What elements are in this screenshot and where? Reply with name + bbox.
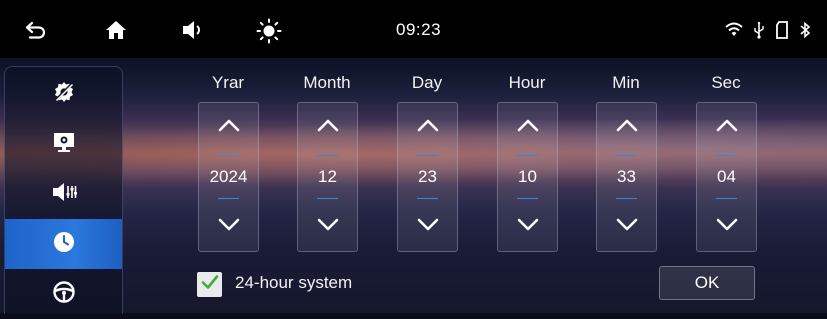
second-up-button[interactable] — [697, 107, 756, 147]
clock-time: 09:23 — [396, 20, 442, 39]
month-up-button[interactable] — [298, 107, 357, 147]
sidebar-item-display[interactable] — [5, 119, 122, 169]
year-picker[interactable]: 2024 — [198, 102, 259, 252]
sd-card-icon — [775, 21, 789, 39]
chevron-up-icon — [716, 118, 738, 137]
usb-icon — [753, 21, 765, 39]
day-down-button[interactable] — [398, 207, 457, 247]
checkmark-icon — [201, 274, 219, 295]
24-hour-label[interactable]: 24-hour system — [235, 273, 352, 293]
hour-label: Hour — [508, 73, 546, 92]
minute-down-button[interactable] — [597, 207, 656, 247]
month-picker[interactable]: 12 — [297, 102, 358, 252]
chevron-up-icon — [317, 118, 339, 137]
divider — [616, 198, 637, 199]
chevron-down-icon — [716, 218, 738, 237]
minute-value: 33 — [617, 167, 636, 186]
minute-up-button[interactable] — [597, 107, 656, 147]
divider — [218, 155, 239, 156]
month-value: 12 — [318, 167, 337, 186]
second-label: Sec — [711, 73, 741, 92]
day-label: Day — [411, 73, 443, 92]
bluetooth-icon — [799, 21, 811, 39]
divider — [716, 198, 737, 199]
settings-off-icon — [52, 80, 76, 109]
volume-icon[interactable] — [180, 18, 204, 42]
ok-button[interactable]: OK — [659, 266, 755, 300]
second-picker[interactable]: 04 — [696, 102, 757, 252]
steering-wheel-icon — [52, 280, 76, 309]
home-icon[interactable] — [104, 18, 128, 42]
chevron-up-icon — [616, 118, 638, 137]
minute-label: Min — [612, 73, 640, 92]
divider — [716, 155, 737, 156]
sidebar-item-general[interactable] — [5, 69, 122, 119]
divider — [417, 155, 438, 156]
chevron-up-icon — [417, 118, 439, 137]
hour-down-button[interactable] — [498, 207, 557, 247]
settings-sidebar — [4, 66, 123, 314]
divider — [317, 155, 338, 156]
day-up-button[interactable] — [398, 107, 457, 147]
divider — [317, 198, 338, 199]
display-settings-icon — [52, 130, 76, 159]
second-value: 04 — [717, 167, 736, 186]
divider — [517, 198, 538, 199]
sidebar-item-steering[interactable] — [5, 269, 122, 319]
status-bar: 09:23 — [0, 0, 827, 58]
month-down-button[interactable] — [298, 207, 357, 247]
second-down-button[interactable] — [697, 207, 756, 247]
hour-picker[interactable]: 10 — [497, 102, 558, 252]
day-picker[interactable]: 23 — [397, 102, 458, 252]
clock-icon — [52, 230, 76, 259]
sound-settings-icon — [51, 180, 77, 209]
chevron-down-icon — [417, 218, 439, 237]
chevron-up-icon — [218, 118, 240, 137]
chevron-down-icon — [616, 218, 638, 237]
back-icon[interactable] — [24, 18, 48, 42]
month-label: Month — [303, 73, 351, 92]
day-value: 23 — [418, 167, 437, 186]
divider — [417, 198, 438, 199]
divider — [616, 155, 637, 156]
brightness-icon[interactable] — [256, 18, 282, 44]
year-value: 2024 — [209, 167, 248, 186]
year-label: Yrar — [211, 73, 245, 92]
chevron-up-icon — [517, 118, 539, 137]
divider — [218, 198, 239, 199]
hour-value: 10 — [518, 167, 537, 186]
chevron-down-icon — [317, 218, 339, 237]
24-hour-checkbox[interactable] — [197, 272, 222, 297]
wifi-icon — [725, 22, 743, 38]
chevron-down-icon — [517, 218, 539, 237]
year-down-button[interactable] — [199, 207, 258, 247]
divider — [517, 155, 538, 156]
minute-picker[interactable]: 33 — [596, 102, 657, 252]
chevron-down-icon — [218, 218, 240, 237]
sidebar-item-time[interactable] — [5, 219, 122, 269]
sidebar-item-sound[interactable] — [5, 169, 122, 219]
year-up-button[interactable] — [199, 107, 258, 147]
hour-up-button[interactable] — [498, 107, 557, 147]
